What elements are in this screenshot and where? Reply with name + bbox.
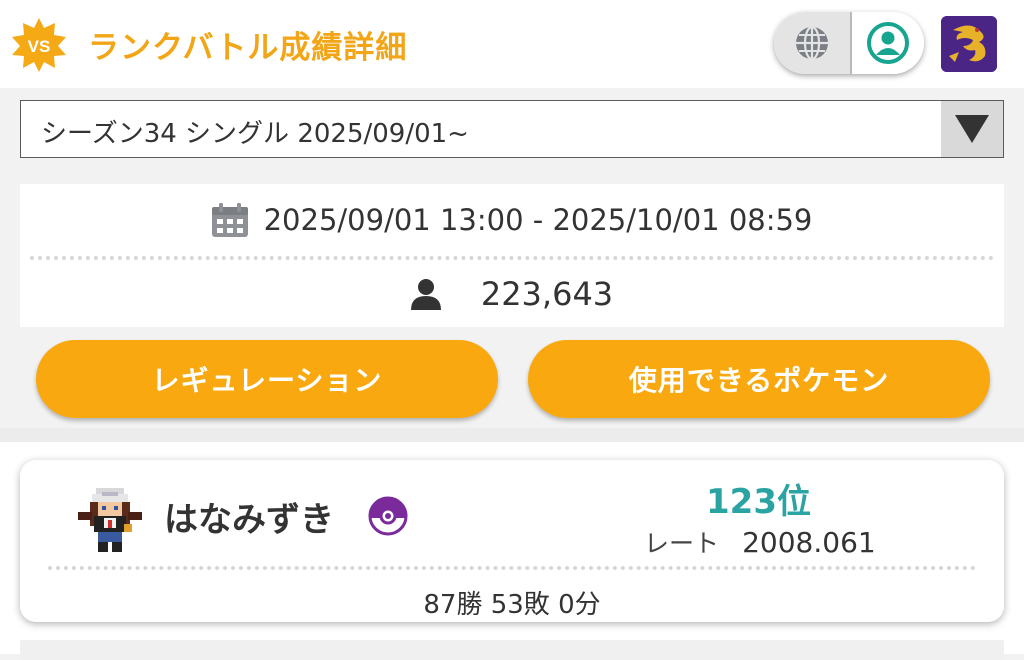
rate-label: レート xyxy=(644,529,720,558)
triangle-down-icon xyxy=(955,115,989,143)
divider xyxy=(48,566,976,570)
season-period: 2025/09/01 13:00 - 2025/10/01 08:59 xyxy=(263,203,813,237)
person-circle-icon xyxy=(867,22,909,64)
person-icon xyxy=(410,278,441,310)
rate-row: レート 2008.061 xyxy=(644,524,876,560)
next-card-edge xyxy=(20,640,1004,660)
select-arrow-button[interactable] xyxy=(941,101,1003,157)
view-toggle xyxy=(774,12,924,74)
season-select[interactable]: シーズン34 シングル 2025/09/01~ xyxy=(20,100,1004,158)
player-rank: 123位 xyxy=(706,482,811,522)
rate-value: 2008.061 xyxy=(742,526,876,559)
player-count-row: 223,643 xyxy=(20,260,1004,327)
vs-badge-text: VS xyxy=(28,37,51,56)
player-result-card[interactable]: はなみずき 123位 レート 2008.061 87勝 53敗 0分 xyxy=(20,460,1004,622)
trainer-sprite-icon xyxy=(78,488,142,552)
globe-icon xyxy=(796,25,828,61)
season-info-card: 2025/09/01 13:00 - 2025/10/01 08:59 223,… xyxy=(20,184,1004,327)
player-name: はなみずき xyxy=(164,500,334,540)
win-loss-record: 87勝 53敗 0分 xyxy=(423,590,601,620)
calendar-icon xyxy=(211,203,248,237)
season-select-value: シーズン34 シングル 2025/09/01~ xyxy=(41,119,469,149)
master-ball-icon xyxy=(368,496,408,536)
player-count: 223,643 xyxy=(480,274,614,313)
season-period-row: 2025/09/01 13:00 - 2025/10/01 08:59 xyxy=(20,184,1004,256)
globe-toggle-button[interactable] xyxy=(774,12,852,74)
regulation-button[interactable]: レギュレーション xyxy=(36,340,498,418)
usable-pokemon-button[interactable]: 使用できるポケモン xyxy=(528,340,990,418)
dragon-avatar-icon[interactable] xyxy=(941,16,997,72)
profile-toggle-button[interactable] xyxy=(852,12,924,74)
section-divider xyxy=(0,428,1024,442)
vs-badge-icon: VS xyxy=(10,16,68,74)
page-title: ランクバトル成績詳細 xyxy=(88,30,408,66)
app-header: VS ランクバトル成績詳細 xyxy=(0,0,1024,88)
